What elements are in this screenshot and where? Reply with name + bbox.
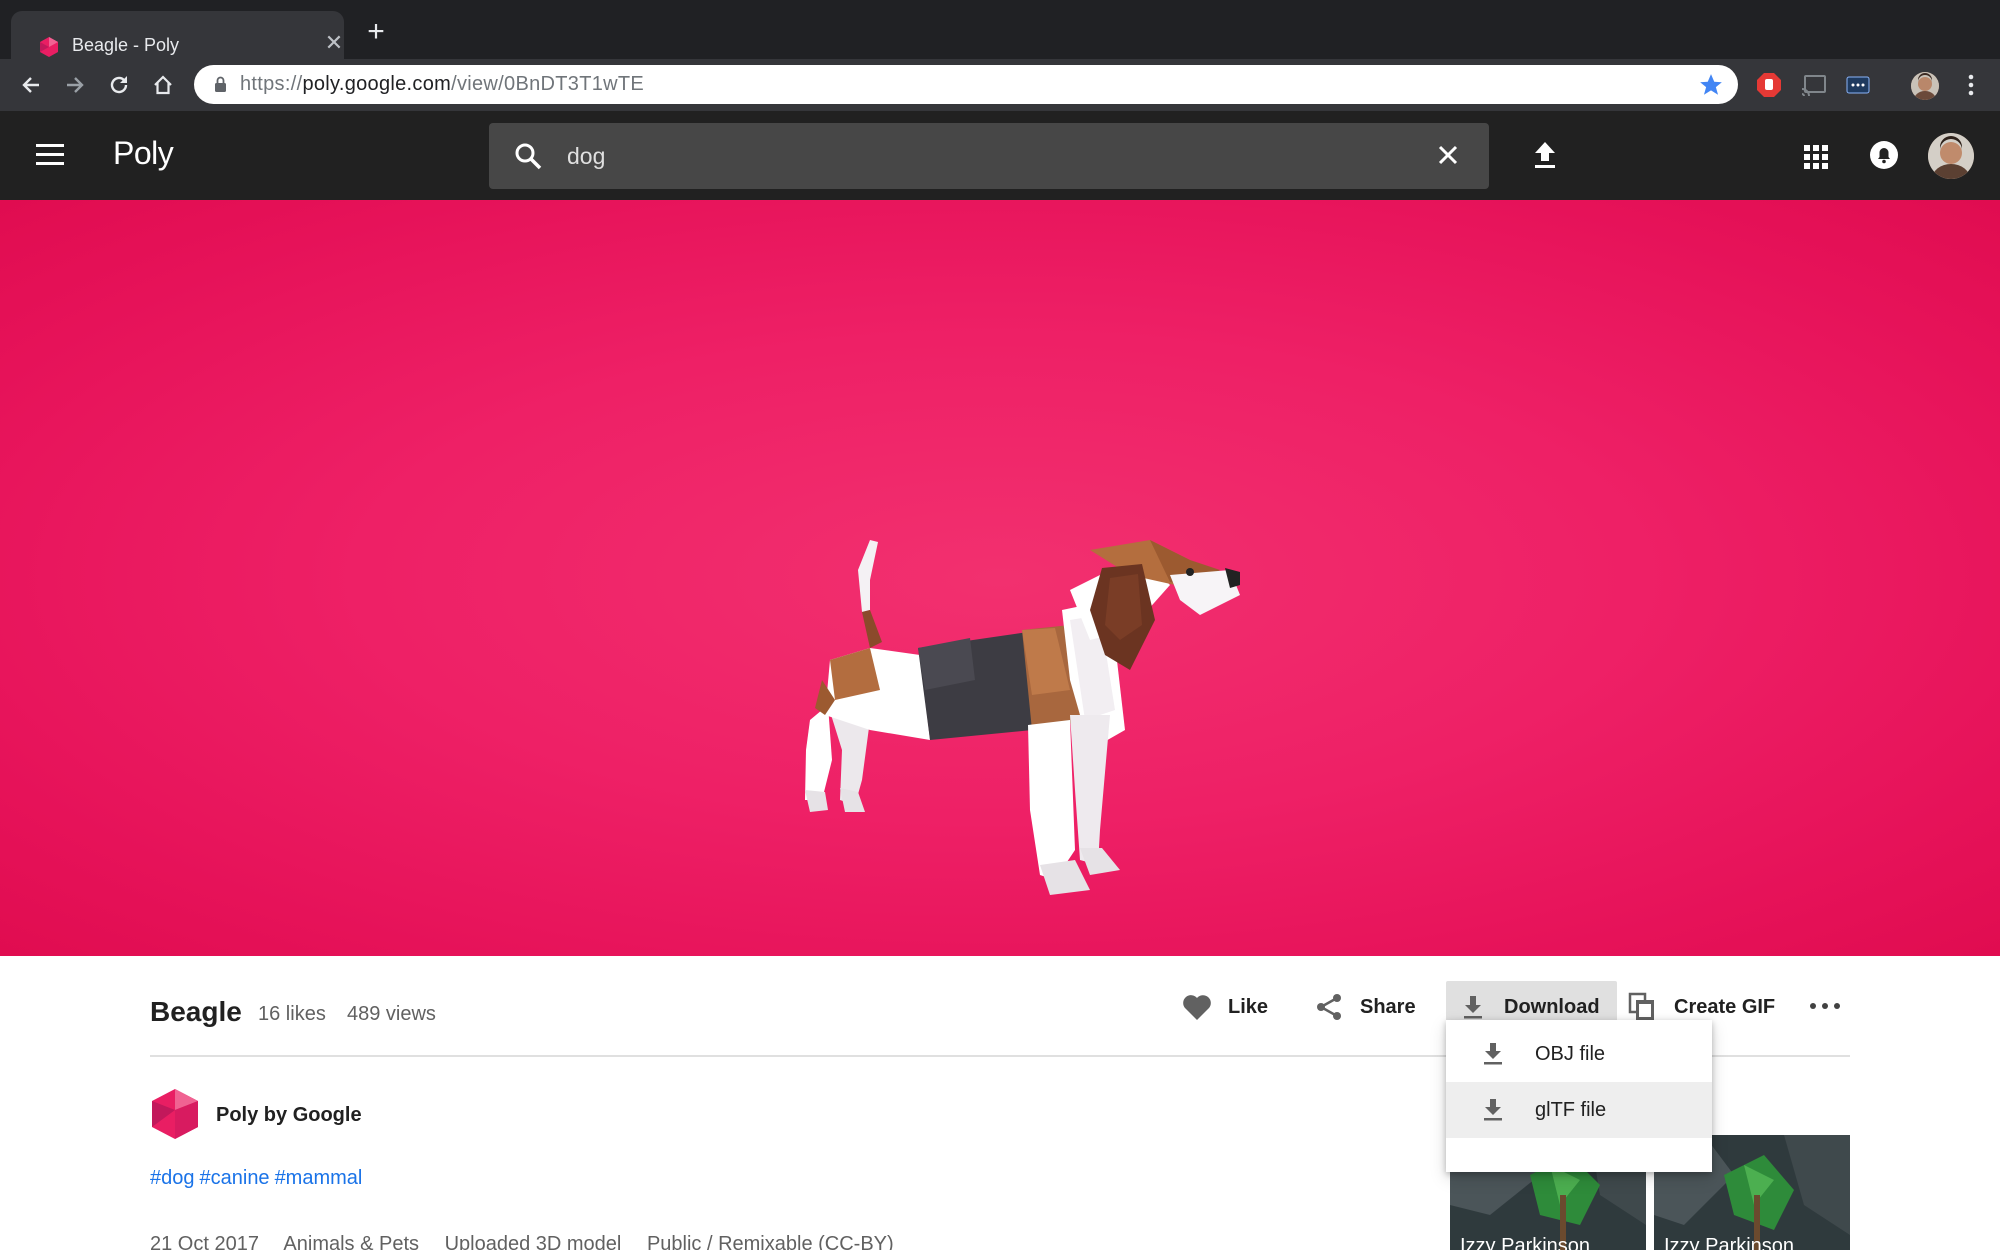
search-input[interactable]: dog	[567, 143, 605, 170]
share-label: Share	[1360, 995, 1416, 1018]
heart-icon	[1180, 990, 1214, 1024]
download-icon	[1456, 990, 1490, 1024]
model-type: Uploaded 3D model	[444, 1233, 622, 1250]
poly-logo[interactable]: Poly	[113, 135, 174, 172]
like-button[interactable]: Like	[1180, 987, 1268, 1027]
download-label: Download	[1504, 995, 1600, 1018]
tab-close-icon[interactable]: ✕	[323, 32, 345, 54]
poly-header: Poly dog	[0, 111, 2000, 200]
download-icon	[1484, 1043, 1502, 1065]
cast-icon[interactable]	[1801, 72, 1827, 98]
home-icon[interactable]	[148, 70, 178, 100]
views-count: 489 views	[347, 1003, 436, 1025]
author-name[interactable]: Poly by Google	[216, 1104, 362, 1127]
new-tab-button[interactable]: +	[363, 17, 389, 47]
download-menu: OBJ file glTF file	[1446, 1020, 1712, 1172]
url-text: https://poly.google.com/view/0BnDT3T1wTE	[240, 73, 645, 95]
tag-link[interactable]: #dog	[150, 1167, 195, 1189]
reload-icon[interactable]	[104, 70, 134, 100]
share-icon	[1312, 990, 1346, 1024]
asset-metadata: 21 Oct 2017 Animals & Pets Uploaded 3D m…	[150, 1233, 914, 1250]
thumbnail-author: Izzy Parkinson	[1664, 1235, 1795, 1250]
search-icon	[515, 143, 542, 170]
hamburger-menu-icon[interactable]	[36, 144, 64, 166]
lock-icon	[215, 76, 226, 92]
clear-search-icon[interactable]	[1433, 140, 1463, 170]
poly-author-logo-icon[interactable]	[150, 1088, 200, 1140]
category-link[interactable]: Animals & Pets	[283, 1233, 419, 1250]
license-text[interactable]: Public / Remixable (CC-BY)	[647, 1233, 894, 1250]
chrome-menu-icon[interactable]	[1958, 72, 1984, 98]
model-viewer[interactable]	[0, 200, 2000, 956]
asset-title: Beagle	[150, 996, 242, 1027]
more-options-icon[interactable]	[1810, 996, 1840, 1016]
adblock-extension-icon[interactable]	[1756, 72, 1782, 98]
bookmark-star-icon[interactable]	[1698, 72, 1724, 98]
user-avatar[interactable]	[1928, 133, 1974, 179]
browser-toolbar: https://poly.google.com/view/0BnDT3T1wTE	[0, 59, 2000, 111]
tag-link[interactable]: #mammal	[275, 1167, 363, 1189]
apps-grid-icon[interactable]	[1804, 145, 1828, 169]
browser-tab-strip: Beagle - Poly ✕ +	[0, 0, 2000, 59]
share-button[interactable]: Share	[1312, 987, 1416, 1027]
menu-item-label: glTF file	[1535, 1099, 1607, 1121]
tag-link[interactable]: #canine	[200, 1167, 270, 1189]
tag-list: #dog #canine #mammal	[150, 1167, 367, 1190]
menu-item-gltf-file[interactable]: glTF file	[1446, 1082, 1712, 1138]
address-bar[interactable]: https://poly.google.com/view/0BnDT3T1wTE	[194, 65, 1738, 104]
beagle-model-image	[805, 540, 1240, 895]
notifications-bell-icon[interactable]	[1869, 140, 1899, 170]
tab-title: Beagle - Poly	[72, 35, 180, 55]
like-label: Like	[1228, 995, 1269, 1018]
poly-favicon-icon	[40, 37, 58, 57]
download-icon	[1484, 1099, 1502, 1121]
password-extension-icon[interactable]	[1845, 72, 1871, 98]
browser-tab[interactable]: Beagle - Poly ✕	[11, 11, 344, 59]
forward-arrow-icon[interactable]	[60, 70, 90, 100]
upload-date: 21 Oct 2017	[150, 1233, 259, 1250]
menu-item-label: OBJ file	[1535, 1043, 1606, 1065]
search-bar[interactable]: dog	[489, 123, 1489, 189]
gif-copy-icon	[1626, 990, 1660, 1024]
menu-item-obj-file[interactable]: OBJ file	[1446, 1026, 1712, 1082]
create-gif-label: Create GIF	[1674, 995, 1776, 1018]
back-arrow-icon[interactable]	[16, 70, 46, 100]
upload-icon[interactable]	[1530, 139, 1560, 171]
profile-avatar-icon[interactable]	[1911, 72, 1939, 100]
likes-count: 16 likes	[258, 1003, 326, 1025]
thumbnail-author: Izzy Parkinson	[1460, 1235, 1591, 1250]
